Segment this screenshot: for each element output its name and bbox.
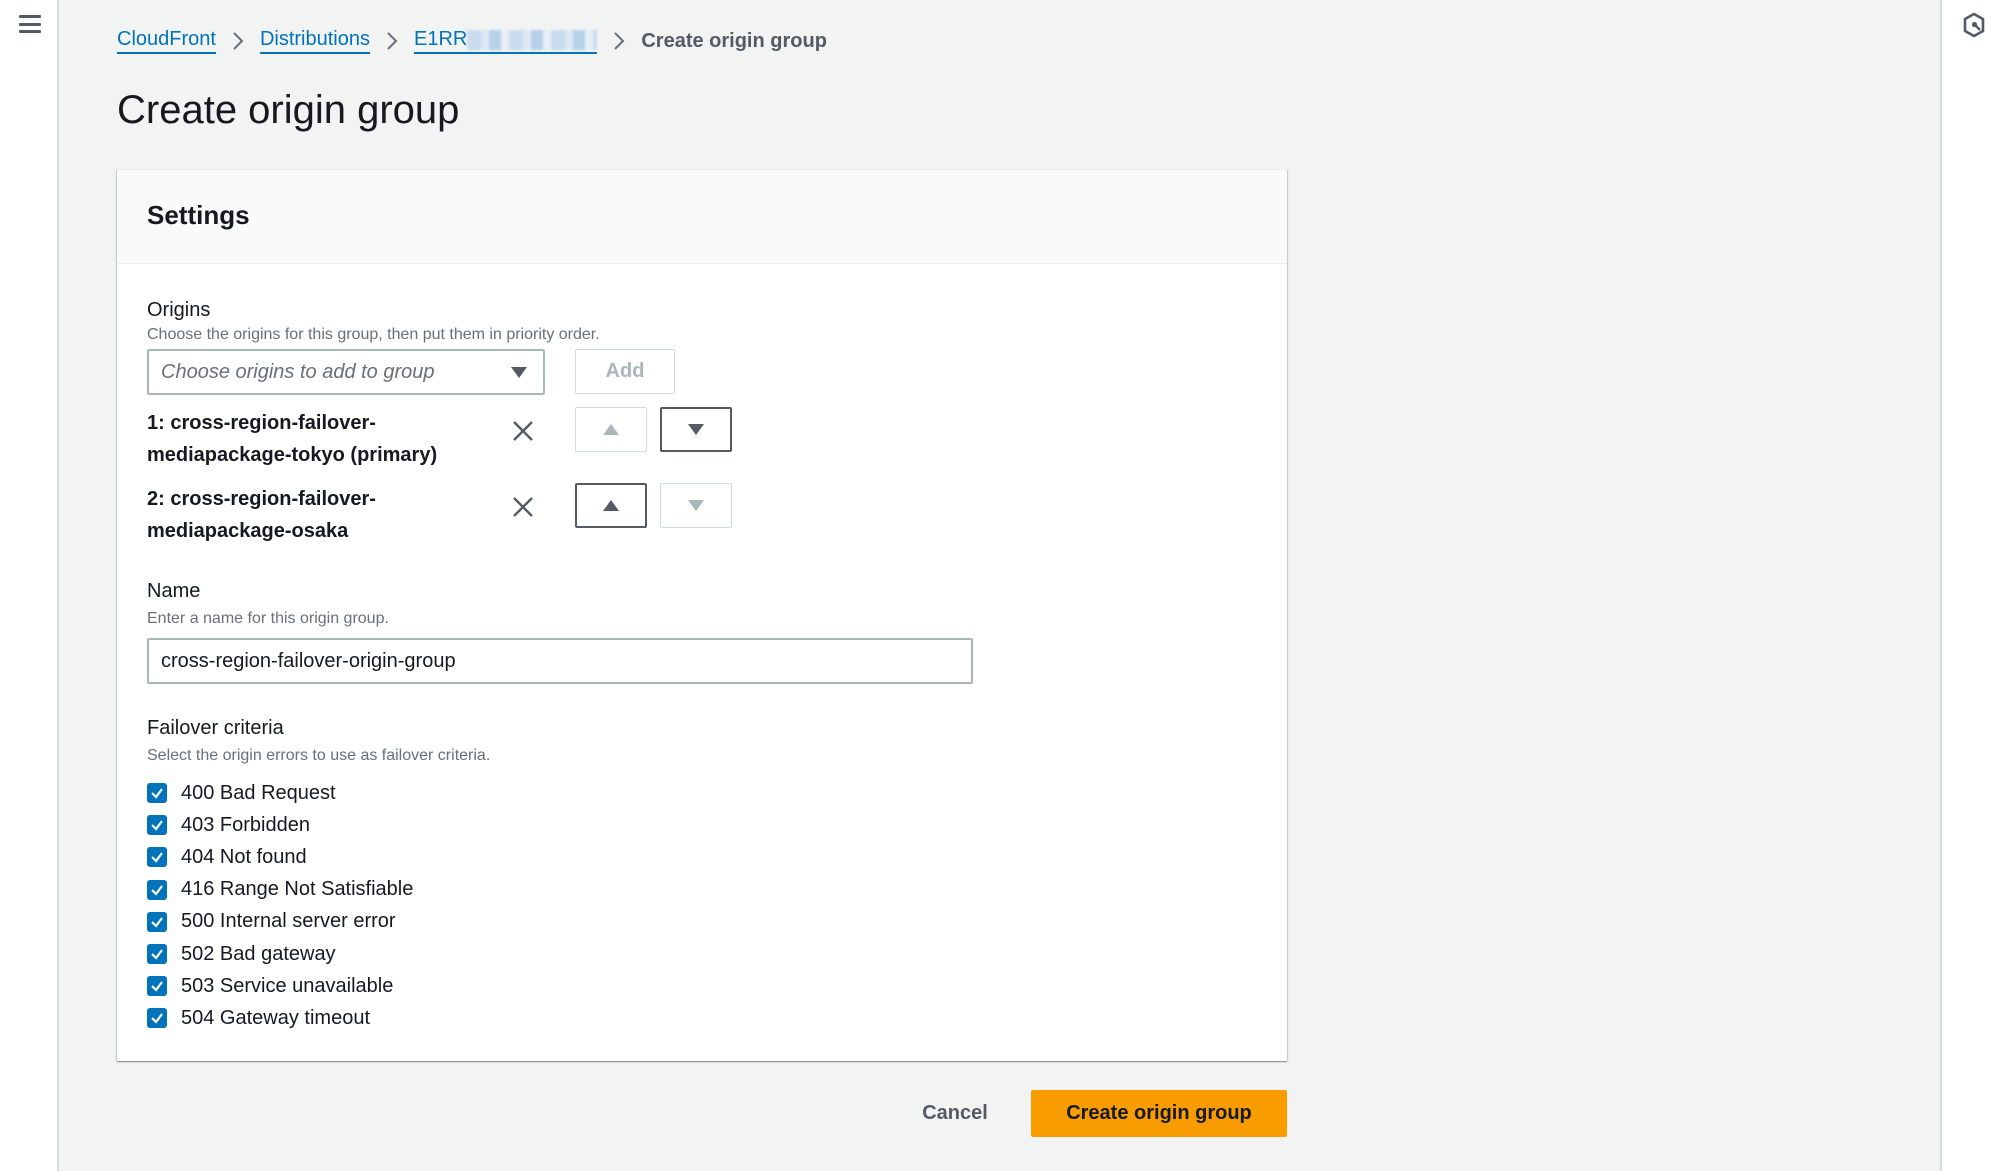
caret-down-icon [688, 424, 704, 435]
create-origin-group-button[interactable]: Create origin group [1031, 1090, 1287, 1137]
failover-option-label: 502 Bad gateway [181, 942, 336, 965]
page-title: Create origin group [117, 88, 460, 132]
caret-down-icon [688, 500, 704, 511]
origin-name: 1: cross-region-failover- mediapackage-t… [147, 407, 517, 471]
remove-origin-icon[interactable] [511, 495, 535, 519]
origins-select-placeholder: Choose origins to add to group [161, 360, 435, 383]
checkbox-checked[interactable] [147, 847, 167, 868]
move-up-button[interactable] [575, 407, 647, 452]
checkmark-icon [151, 1013, 163, 1025]
failover-option-label: 504 Gateway timeout [181, 1006, 370, 1029]
origin-list-item: 1: cross-region-failover- mediapackage-t… [147, 407, 867, 477]
failover-option-502[interactable]: 502 Bad gateway [147, 938, 413, 970]
checkmark-icon [151, 788, 163, 799]
failover-option-label: 503 Service unavailable [181, 974, 394, 997]
failover-option-400[interactable]: 400 Bad Request [147, 777, 413, 809]
caret-down-icon [511, 366, 527, 378]
name-description: Enter a name for this origin group. [147, 610, 389, 627]
checkbox-checked[interactable] [147, 944, 167, 965]
caret-up-icon [603, 424, 619, 435]
origin-group-name-input[interactable] [147, 638, 973, 684]
breadcrumb-distribution-id[interactable]: E1RR [413, 28, 598, 54]
origin-name-line2: mediapackage-tokyo (primary) [147, 444, 438, 466]
breadcrumb-distributions[interactable]: Distributions [259, 28, 370, 54]
settings-header: Settings [117, 170, 1287, 264]
failover-option-label: 400 Bad Request [181, 781, 336, 804]
checkbox-checked[interactable] [147, 911, 167, 932]
checkbox-checked[interactable] [147, 879, 167, 900]
checkmark-icon [151, 949, 163, 960]
move-down-button[interactable] [660, 407, 732, 452]
origin-list-item: 2: cross-region-failover- mediapackage-o… [147, 483, 867, 553]
chevron-right-icon [386, 31, 398, 51]
origins-select[interactable]: Choose origins to add to group [147, 349, 545, 395]
right-tools-rail [1940, 0, 2000, 1171]
failover-criteria-list: 400 Bad Request 403 Forbidden 404 Not fo… [147, 777, 413, 1035]
failover-option-503[interactable]: 503 Service unavailable [147, 970, 413, 1002]
checkmark-icon [151, 820, 163, 831]
chevron-right-icon [232, 31, 244, 51]
redacted-id [467, 29, 598, 50]
failover-option-label: 500 Internal server error [181, 910, 396, 933]
breadcrumb: CloudFront Distributions E1RR Create ori… [117, 26, 827, 56]
failover-option-label: 404 Not found [181, 845, 307, 868]
failover-option-504[interactable]: 504 Gateway timeout [147, 1002, 413, 1034]
failover-option-label: 403 Forbidden [181, 813, 310, 836]
origins-description: Choose the origins for this group, then … [147, 326, 600, 343]
origins-label: Origins [147, 299, 211, 321]
breadcrumb-cloudfront[interactable]: CloudFront [117, 28, 216, 54]
move-up-button[interactable] [575, 483, 647, 528]
move-down-button[interactable] [660, 483, 732, 528]
cancel-button[interactable]: Cancel [905, 1090, 1005, 1137]
hamburger-menu-icon[interactable] [19, 15, 41, 33]
failover-option-label: 416 Range Not Satisfiable [181, 878, 414, 901]
checkmark-icon [151, 917, 163, 928]
checkmark-icon [151, 981, 163, 992]
failover-criteria-label: Failover criteria [147, 717, 284, 739]
distribution-id-prefix: E1RR [413, 28, 468, 50]
checkbox-checked[interactable] [147, 815, 167, 836]
left-nav-rail [0, 0, 59, 1171]
origin-name-line2: mediapackage-osaka [147, 520, 349, 542]
failover-criteria-description: Select the origin errors to use as failo… [147, 747, 491, 764]
failover-option-403[interactable]: 403 Forbidden [147, 809, 413, 841]
failover-option-500[interactable]: 500 Internal server error [147, 906, 413, 938]
breadcrumb-current: Create origin group [641, 29, 827, 52]
add-origin-button[interactable]: Add [575, 349, 675, 394]
checkmark-icon [151, 884, 163, 896]
origin-name-line1: 1: cross-region-failover- [147, 412, 376, 434]
remove-origin-icon[interactable] [511, 419, 535, 443]
name-label: Name [147, 580, 201, 602]
help-hexagon-icon[interactable] [1962, 12, 1986, 38]
caret-up-icon [603, 500, 619, 511]
checkbox-checked[interactable] [147, 1008, 167, 1029]
origin-name: 2: cross-region-failover- mediapackage-o… [147, 483, 517, 547]
checkbox-checked[interactable] [147, 783, 167, 804]
failover-option-404[interactable]: 404 Not found [147, 841, 413, 873]
origin-name-line1: 2: cross-region-failover- [147, 488, 376, 510]
chevron-right-icon [613, 31, 625, 51]
settings-card: Settings Origins Choose the origins for … [117, 169, 1287, 1061]
checkbox-checked[interactable] [147, 976, 167, 997]
failover-option-416[interactable]: 416 Range Not Satisfiable [147, 874, 413, 906]
checkmark-icon [151, 852, 163, 864]
